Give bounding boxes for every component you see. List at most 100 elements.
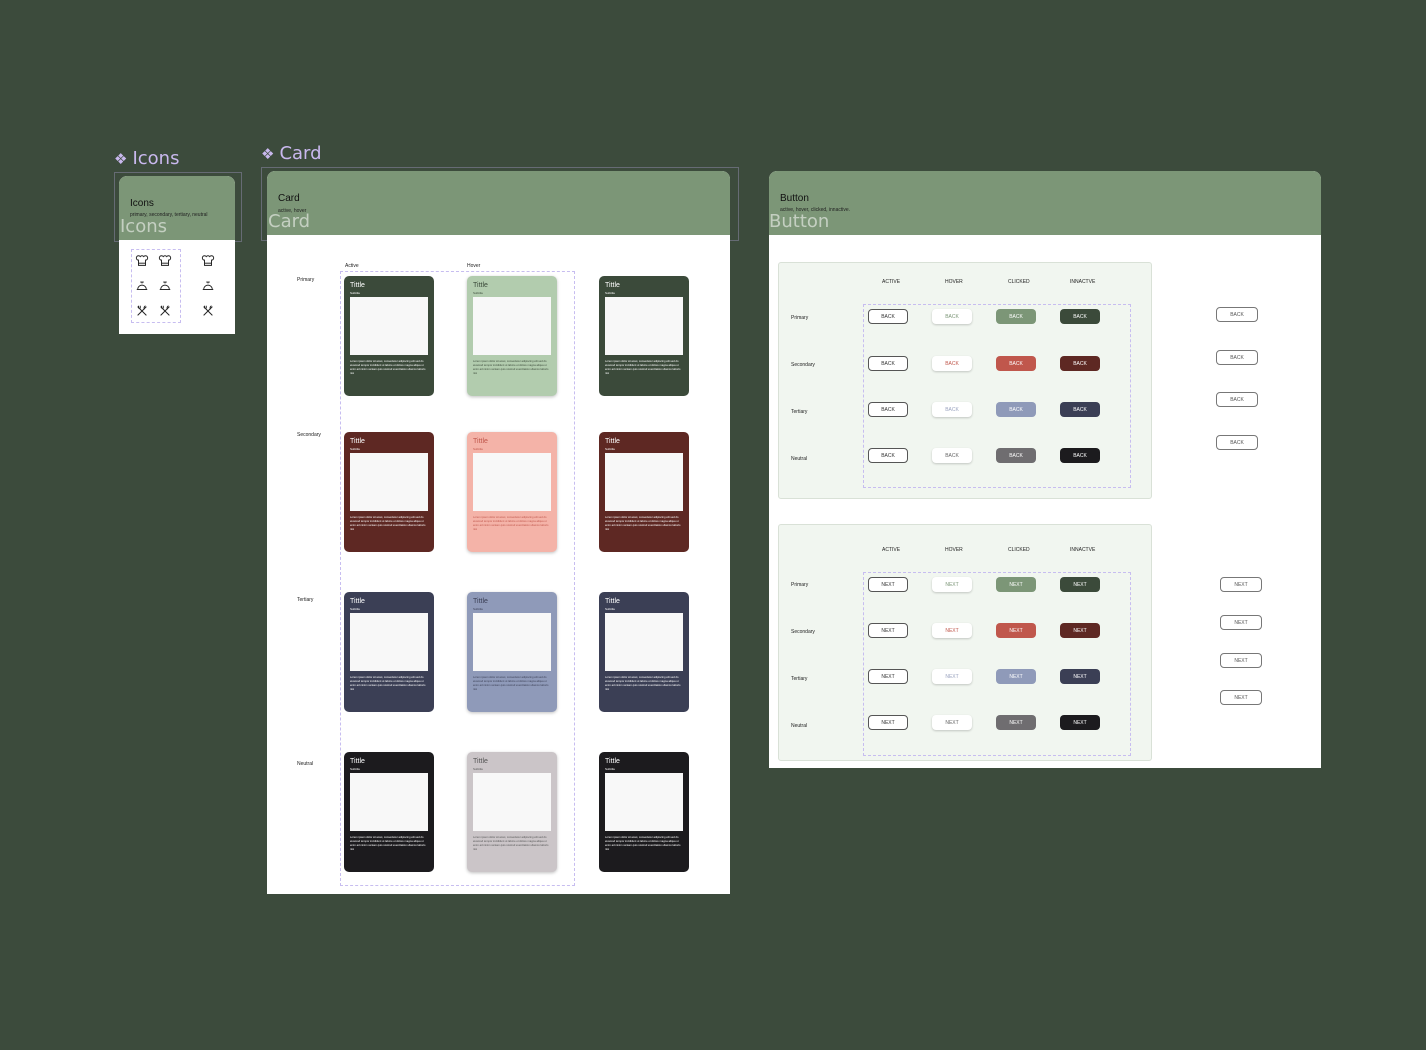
next-button-neutral-inactive[interactable]: NEXT xyxy=(1060,715,1100,730)
card-image-placeholder xyxy=(605,613,683,671)
button-state-label: CLICKED xyxy=(1008,547,1030,553)
card-subtitle: Subtitle xyxy=(350,291,361,295)
card-secondary-hover[interactable]: Tittle Subtitle Lorem ipsum dolor sit amet… xyxy=(467,432,557,552)
card-body-text: Lorem ipsum dolor sit amet, consectetur … xyxy=(605,516,681,531)
back-button-primary-active[interactable]: BACK xyxy=(868,309,908,324)
utensils-icon xyxy=(203,305,213,316)
chef-hat-icon xyxy=(132,251,152,271)
next-button-primary-clicked[interactable]: NEXT xyxy=(996,577,1036,592)
back-button-standalone[interactable]: BACK xyxy=(1216,435,1258,450)
card-body-text: Lorem ipsum dolor sit amet, consectetur … xyxy=(605,360,681,375)
card-body-text: Lorem ipsum dolor sit amet, consectetur … xyxy=(473,676,549,691)
next-button-standalone[interactable]: NEXT xyxy=(1220,615,1262,630)
button-state-label: HOVER xyxy=(945,279,963,285)
next-button-secondary-hover[interactable]: NEXT xyxy=(932,623,972,638)
card-image-placeholder xyxy=(350,297,428,355)
button-frame[interactable]: Button active, hover, clicked, innactive… xyxy=(769,171,1321,768)
card-frame[interactable]: Card active, hover Active Hover Primary Tit… xyxy=(267,171,730,894)
next-button-primary-inactive[interactable]: NEXT xyxy=(1060,577,1100,592)
next-button-neutral-active[interactable]: NEXT xyxy=(868,715,908,730)
card-subtitle: Subtitle xyxy=(350,607,361,611)
back-button-tertiary-clicked[interactable]: BACK xyxy=(996,402,1036,417)
card-image-placeholder xyxy=(350,773,428,831)
next-button-tertiary-hover[interactable]: NEXT xyxy=(932,669,972,684)
card-secondary-active[interactable]: Tittle Subtitle Lorem ipsum dolor sit amet… xyxy=(344,432,434,552)
back-button-secondary-active[interactable]: BACK xyxy=(868,356,908,371)
back-button-neutral-active[interactable]: BACK xyxy=(868,448,908,463)
card-body-text: Lorem ipsum dolor sit amet, consectetur … xyxy=(350,836,426,851)
card-body-text: Lorem ipsum dolor sit amet, consectetur … xyxy=(605,676,681,691)
back-button-secondary-hover[interactable]: BACK xyxy=(932,356,972,371)
card-row-label: Tertiary xyxy=(297,597,314,603)
next-button-tertiary-inactive[interactable]: NEXT xyxy=(1060,669,1100,684)
card-neutral-active[interactable]: Tittle Subtitle Lorem ipsum dolor sit amet… xyxy=(344,752,434,872)
card-subtitle: Subtitle xyxy=(473,767,484,771)
card-subtitle: Subtitle xyxy=(605,607,616,611)
button-row-label: Tertiary xyxy=(791,676,808,682)
card-tertiary-active[interactable]: Tittle Subtitle Lorem ipsum dolor sit amet… xyxy=(344,592,434,712)
card-component-label[interactable]: ❖ Card xyxy=(261,143,322,164)
back-button-primary-inactive[interactable]: BACK xyxy=(1060,309,1100,324)
back-button-primary-hover[interactable]: BACK xyxy=(932,309,972,324)
card-primary-hover[interactable]: Tittle Subtitle Lorem ipsum dolor sit amet… xyxy=(467,276,557,396)
next-button-secondary-inactive[interactable]: NEXT xyxy=(1060,623,1100,638)
card-column-label: Active xyxy=(345,263,359,269)
next-button-secondary-clicked[interactable]: NEXT xyxy=(996,623,1036,638)
back-button-standalone[interactable]: BACK xyxy=(1216,350,1258,365)
back-button-neutral-clicked[interactable]: BACK xyxy=(996,448,1036,463)
icons-component-label[interactable]: ❖ Icons xyxy=(114,148,179,169)
serving-dish-icon xyxy=(155,276,175,296)
next-button-secondary-active[interactable]: NEXT xyxy=(868,623,908,638)
icons-frame[interactable]: Icons primary, secondary, tertiary, neut… xyxy=(119,176,235,334)
card-image-placeholder xyxy=(605,297,683,355)
back-button-standalone[interactable]: BACK xyxy=(1216,307,1258,322)
icons-frame-title: Icons xyxy=(130,198,154,209)
card-subtitle: Subtitle xyxy=(473,291,484,295)
next-button-primary-active[interactable]: NEXT xyxy=(868,577,908,592)
card-title: Tittle xyxy=(605,758,620,765)
card-image-placeholder xyxy=(605,453,683,511)
next-button-standalone[interactable]: NEXT xyxy=(1220,653,1262,668)
card-body-text: Lorem ipsum dolor sit amet, consectetur … xyxy=(605,836,681,851)
card-title: Tittle xyxy=(350,282,365,289)
card-primary-active[interactable]: Tittle Subtitle Lorem ipsum dolor sit amet… xyxy=(599,276,689,396)
back-button-tertiary-hover[interactable]: BACK xyxy=(932,402,972,417)
button-row-label: Primary xyxy=(791,582,809,588)
back-button-tertiary-active[interactable]: BACK xyxy=(868,402,908,417)
back-button-tertiary-inactive[interactable]: BACK xyxy=(1060,402,1100,417)
card-body-text: Lorem ipsum dolor sit amet, consectetur … xyxy=(473,516,549,531)
card-neutral-active[interactable]: Tittle Subtitle Lorem ipsum dolor sit amet… xyxy=(599,752,689,872)
card-title: Tittle xyxy=(473,598,488,605)
utensils-icon xyxy=(155,301,175,321)
back-button-standalone[interactable]: BACK xyxy=(1216,392,1258,407)
card-image-placeholder xyxy=(605,773,683,831)
button-row-label: Neutral xyxy=(791,456,808,462)
next-button-standalone[interactable]: NEXT xyxy=(1220,577,1262,592)
utensils-icon xyxy=(198,301,218,321)
next-button-standalone[interactable]: NEXT xyxy=(1220,690,1262,705)
back-button-primary-clicked[interactable]: BACK xyxy=(996,309,1036,324)
next-button-tertiary-active[interactable]: NEXT xyxy=(868,669,908,684)
button-state-label: INNACTVE xyxy=(1070,279,1096,285)
card-secondary-active[interactable]: Tittle Subtitle Lorem ipsum dolor sit amet… xyxy=(599,432,689,552)
next-button-neutral-hover[interactable]: NEXT xyxy=(932,715,972,730)
back-button-secondary-clicked[interactable]: BACK xyxy=(996,356,1036,371)
card-primary-active[interactable]: Tittle Subtitle Lorem ipsum dolor sit amet… xyxy=(344,276,434,396)
next-button-tertiary-clicked[interactable]: NEXT xyxy=(996,669,1036,684)
next-button-neutral-clicked[interactable]: NEXT xyxy=(996,715,1036,730)
back-button-neutral-inactive[interactable]: BACK xyxy=(1060,448,1100,463)
card-row-label: Primary xyxy=(297,277,315,283)
card-ghost-label: Card xyxy=(268,211,311,232)
card-image-placeholder xyxy=(350,613,428,671)
button-row-label: Secondary xyxy=(791,629,815,635)
back-button-secondary-inactive[interactable]: BACK xyxy=(1060,356,1100,371)
card-tertiary-active[interactable]: Tittle Subtitle Lorem ipsum dolor sit amet… xyxy=(599,592,689,712)
serving-dish-icon xyxy=(202,281,214,290)
card-title: Tittle xyxy=(605,282,620,289)
card-tertiary-hover[interactable]: Tittle Subtitle Lorem ipsum dolor sit amet… xyxy=(467,592,557,712)
card-column-label: Hover xyxy=(467,263,481,269)
back-button-neutral-hover[interactable]: BACK xyxy=(932,448,972,463)
card-subtitle: Subtitle xyxy=(473,607,484,611)
next-button-primary-hover[interactable]: NEXT xyxy=(932,577,972,592)
card-neutral-hover[interactable]: Tittle Subtitle Lorem ipsum dolor sit amet… xyxy=(467,752,557,872)
